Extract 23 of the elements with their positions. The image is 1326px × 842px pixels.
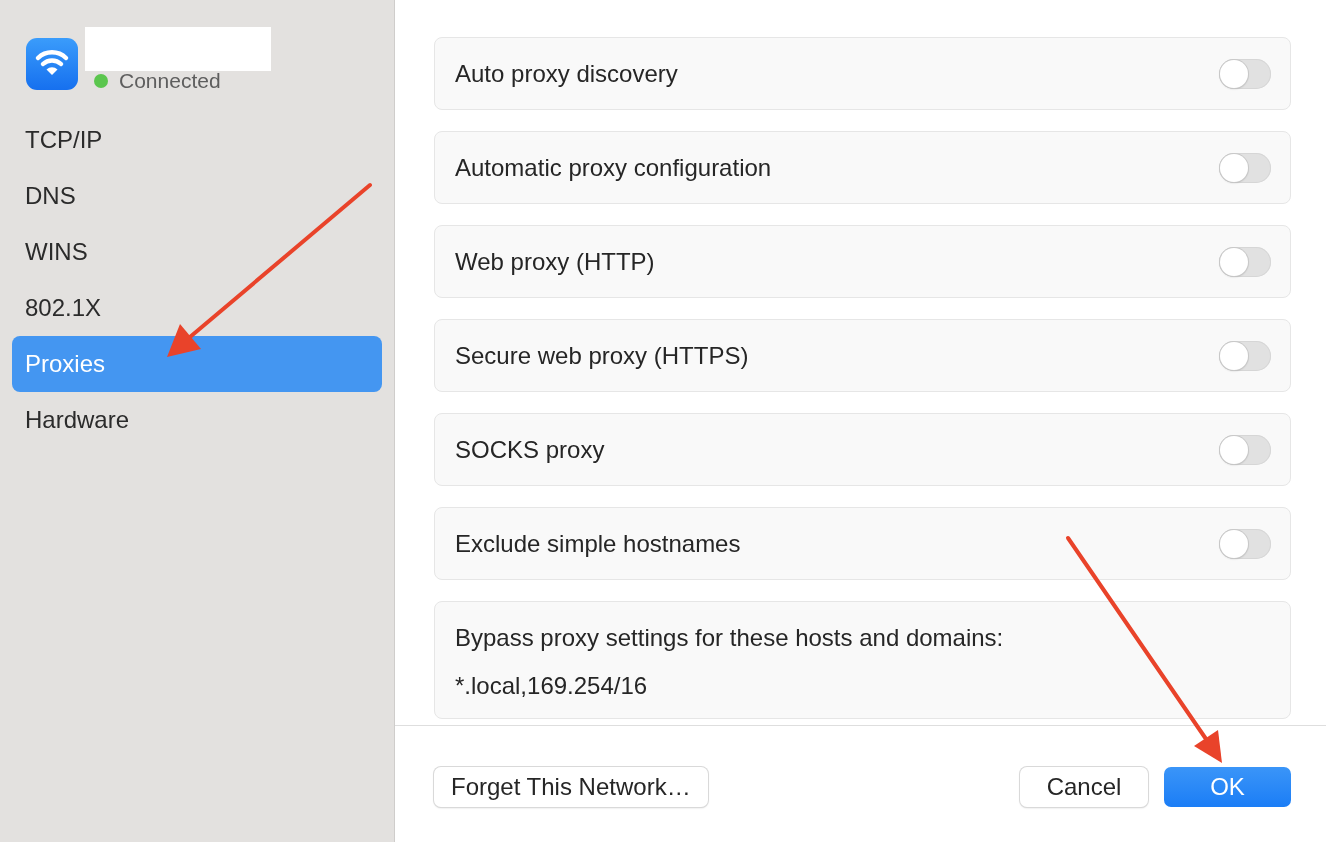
sidebar-item[interactable]: DNS	[12, 168, 382, 224]
option-label: SOCKS proxy	[455, 434, 605, 465]
toggle-switch[interactable]	[1219, 528, 1271, 559]
option-label: Automatic proxy configuration	[455, 152, 772, 183]
toggle-switch[interactable]	[1219, 246, 1271, 277]
sidebar-item[interactable]: WINS	[12, 224, 382, 280]
toggle-switch[interactable]	[1219, 58, 1271, 89]
cancel-button[interactable]: Cancel	[1020, 767, 1148, 807]
connection-status: Connected	[119, 71, 221, 91]
sidebar-item[interactable]: TCP/IP	[12, 112, 382, 168]
toggle-switch[interactable]	[1219, 340, 1271, 371]
toggle-switch[interactable]	[1219, 152, 1271, 183]
sidebar-item[interactable]: Hardware	[12, 392, 382, 448]
forget-network-button[interactable]: Forget This Network…	[434, 767, 708, 807]
toggle-switch[interactable]	[1219, 434, 1271, 465]
sidebar-item[interactable]: 802.1X	[12, 280, 382, 336]
wifi-icon	[26, 38, 78, 90]
option-label: Secure web proxy (HTTPS)	[455, 340, 749, 371]
bypass-hosts-field[interactable]: *.local,169.254/16	[455, 671, 648, 701]
option-label: Web proxy (HTTP)	[455, 246, 655, 277]
bypass-label: Bypass proxy settings for these hosts and domains:	[455, 623, 1004, 653]
option-label: Auto proxy discovery	[455, 58, 678, 89]
option-label: Exclude simple hostnames	[455, 528, 741, 559]
